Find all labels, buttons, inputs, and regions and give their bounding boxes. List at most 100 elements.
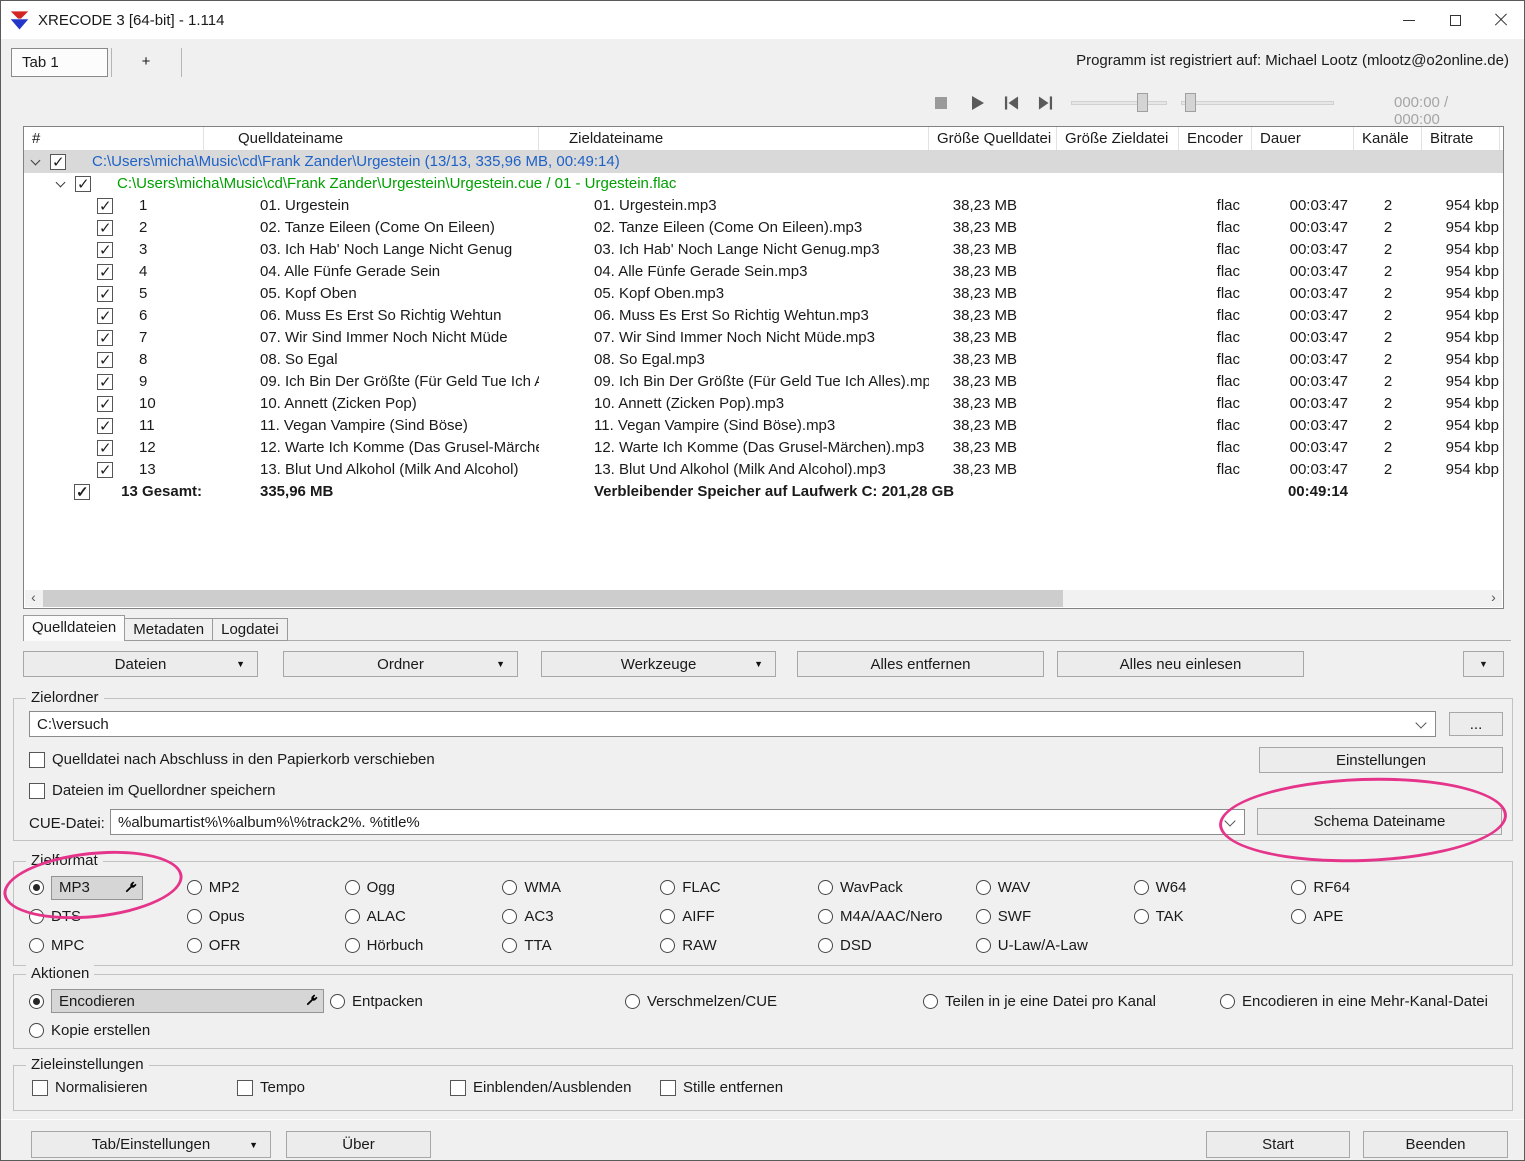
einblenden-checkbox[interactable] <box>450 1080 466 1096</box>
radio-icon[interactable] <box>502 938 517 953</box>
row-checkbox[interactable] <box>97 374 113 390</box>
papierkorb-checkbox[interactable] <box>29 752 45 768</box>
row-checkbox[interactable] <box>97 198 113 214</box>
ueber-button[interactable]: Über <box>286 1131 431 1158</box>
format-option-dts[interactable]: DTS <box>29 908 187 925</box>
start-button[interactable]: Start <box>1206 1131 1350 1158</box>
format-option-dsd[interactable]: DSD <box>818 937 976 954</box>
group-row-cue[interactable]: C:\Users\micha\Music\cd\Frank Zander\Urg… <box>24 173 1503 195</box>
scroll-left-icon[interactable]: ‹ <box>25 590 42 607</box>
radio-icon[interactable] <box>29 1023 44 1038</box>
col-number[interactable]: # <box>24 127 204 150</box>
play-button[interactable] <box>967 93 987 113</box>
minimize-button[interactable] <box>1386 1 1432 39</box>
radio-icon[interactable] <box>1134 909 1149 924</box>
total-checkbox[interactable] <box>74 484 90 500</box>
schema-dateiname-button[interactable]: Schema Dateiname <box>1257 808 1502 835</box>
radio-icon[interactable] <box>976 938 991 953</box>
format-option-ac3[interactable]: AC3 <box>502 908 660 925</box>
row-checkbox[interactable] <box>97 462 113 478</box>
radio-icon[interactable] <box>29 938 44 953</box>
radio-icon[interactable] <box>660 909 675 924</box>
radio-icon[interactable] <box>29 909 44 924</box>
table-row[interactable]: 808. So Egal08. So Egal.mp338,23 MBflac0… <box>24 349 1503 371</box>
option-mehrkanal[interactable]: Encodieren in eine Mehr-Kanal-Datei <box>1220 993 1488 1010</box>
zielordner-combo[interactable]: C:\versuch <box>29 711 1436 737</box>
radio-icon[interactable] <box>1291 880 1306 895</box>
format-option-raw[interactable]: RAW <box>660 937 818 954</box>
col-encoder[interactable]: Encoder <box>1179 127 1252 150</box>
alles-neu-einlesen-button[interactable]: Alles neu einlesen <box>1057 651 1304 677</box>
add-tab-button[interactable]: + <box>125 48 167 77</box>
row-checkbox[interactable] <box>97 264 113 280</box>
radio-icon[interactable] <box>1220 994 1235 1009</box>
format-option-rf64[interactable]: RF64 <box>1291 879 1449 896</box>
format-selected-box[interactable]: MP3 <box>51 876 143 900</box>
quellordner-checkbox[interactable] <box>29 783 45 799</box>
radio-icon[interactable] <box>29 880 44 895</box>
row-checkbox[interactable] <box>97 286 113 302</box>
format-option-opus[interactable]: Opus <box>187 908 345 925</box>
stille-checkbox[interactable] <box>660 1080 676 1096</box>
tab-quelldateien[interactable]: Quelldateien <box>23 615 125 641</box>
format-option-ape[interactable]: APE <box>1291 908 1449 925</box>
einstellungen-button[interactable]: Einstellungen <box>1259 747 1503 773</box>
radio-icon[interactable] <box>502 909 517 924</box>
option-entpacken[interactable]: Entpacken <box>330 993 423 1010</box>
seek-slider[interactable] <box>1181 101 1334 105</box>
format-option-wav[interactable]: WAV <box>976 879 1134 896</box>
ordner-button[interactable]: Ordner ▼ <box>283 651 518 677</box>
row-checkbox[interactable] <box>97 308 113 324</box>
row-checkbox[interactable] <box>97 440 113 456</box>
radio-icon[interactable] <box>1291 909 1306 924</box>
radio-icon[interactable] <box>187 909 202 924</box>
radio-icon[interactable] <box>187 880 202 895</box>
scroll-right-icon[interactable]: › <box>1485 590 1502 607</box>
group-row-folder[interactable]: C:\Users\micha\Music\cd\Frank Zander\Urg… <box>24 151 1503 173</box>
format-option-ofr[interactable]: OFR <box>187 937 345 954</box>
option-encodieren[interactable]: Encodieren <box>29 989 324 1013</box>
more-options-button[interactable]: ▼ <box>1463 651 1504 677</box>
maximize-button[interactable] <box>1432 1 1478 39</box>
format-option-mpc[interactable]: MPC <box>29 937 187 954</box>
seek-slider-thumb[interactable] <box>1185 93 1196 112</box>
row-checkbox[interactable] <box>97 396 113 412</box>
table-row[interactable]: 202. Tanze Eileen (Come On Eileen)02. Ta… <box>24 217 1503 239</box>
format-option-tak[interactable]: TAK <box>1134 908 1292 925</box>
radio-icon[interactable] <box>976 909 991 924</box>
option-stille[interactable]: Stille entfernen <box>660 1079 783 1096</box>
radio-icon[interactable] <box>923 994 938 1009</box>
encodieren-box[interactable]: Encodieren <box>51 989 324 1013</box>
format-option-hörbuch[interactable]: Hörbuch <box>345 937 503 954</box>
dateien-button[interactable]: Dateien ▼ <box>23 651 258 677</box>
format-option-wavpack[interactable]: WavPack <box>818 879 976 896</box>
option-normalisieren[interactable]: Normalisieren <box>32 1079 148 1096</box>
table-row[interactable]: 1313. Blut Und Alkohol (Milk And Alcohol… <box>24 459 1503 481</box>
wrench-icon[interactable] <box>124 881 137 898</box>
option-einblenden[interactable]: Einblenden/Ausblenden <box>450 1079 631 1096</box>
table-row[interactable]: 1010. Annett (Zicken Pop)10. Annett (Zic… <box>24 393 1503 415</box>
format-option-w64[interactable]: W64 <box>1134 879 1292 896</box>
alles-entfernen-button[interactable]: Alles entfernen <box>797 651 1044 677</box>
table-row[interactable]: 404. Alle Fünfe Gerade Sein04. Alle Fünf… <box>24 261 1503 283</box>
table-row[interactable]: 101. Urgestein01. Urgestein.mp338,23 MBf… <box>24 195 1503 217</box>
radio-icon[interactable] <box>345 938 360 953</box>
option-teilen[interactable]: Teilen in je eine Datei pro Kanal <box>923 993 1156 1010</box>
next-track-button[interactable] <box>1035 93 1055 113</box>
format-option-wma[interactable]: WMA <box>502 879 660 896</box>
scrollbar-thumb[interactable] <box>43 590 1063 607</box>
table-row[interactable]: 909. Ich Bin Der Größte (Für Geld Tue Ic… <box>24 371 1503 393</box>
row-checkbox[interactable] <box>97 352 113 368</box>
option-tempo[interactable]: Tempo <box>237 1079 305 1096</box>
werkzeuge-button[interactable]: Werkzeuge ▼ <box>541 651 776 677</box>
format-option-mp2[interactable]: MP2 <box>187 879 345 896</box>
beenden-button[interactable]: Beenden <box>1363 1131 1508 1158</box>
format-option-aiff[interactable]: AIFF <box>660 908 818 925</box>
close-button[interactable] <box>1478 1 1524 39</box>
format-option-m4a-aac-nero[interactable]: M4A/AAC/Nero <box>818 908 976 925</box>
stop-button[interactable] <box>931 93 951 113</box>
expand-arrow-icon[interactable] <box>56 177 66 187</box>
col-target-size[interactable]: Größe Zieldatei <box>1057 127 1179 150</box>
col-target-name[interactable]: Zieldateiname <box>539 127 929 150</box>
radio-icon[interactable] <box>330 994 345 1009</box>
